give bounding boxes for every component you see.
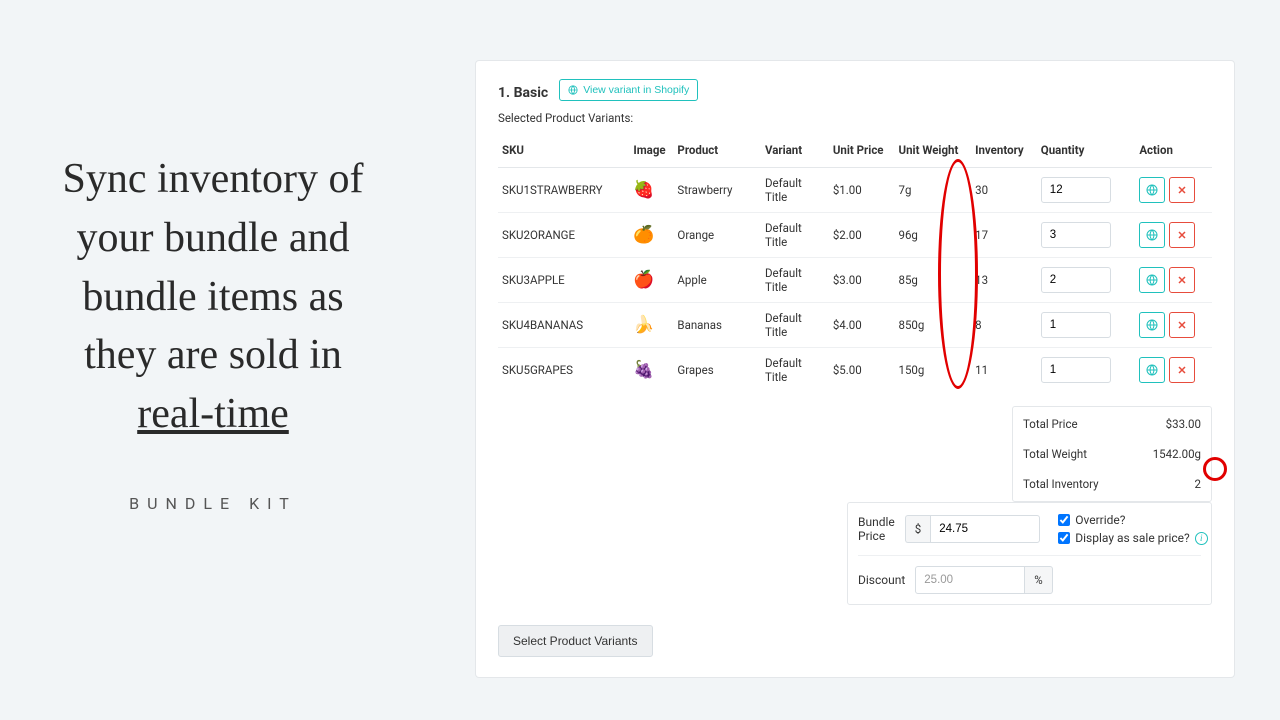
- cell-sku: SKU1STRAWBERRY: [498, 168, 629, 213]
- total-weight-value: 1542.00g: [1153, 447, 1201, 461]
- cell-product: Bananas: [673, 303, 761, 348]
- variants-table: SKU Image Product Variant Unit Price Uni…: [498, 133, 1212, 392]
- view-row-button[interactable]: [1139, 357, 1165, 383]
- table-row: SKU4BANANAS🍌 BananasDefault Title$4.00850…: [498, 303, 1212, 348]
- pricing-box: Bundle Price $ Override? Display as sale…: [847, 502, 1212, 605]
- total-price-value: $33.00: [1166, 417, 1201, 431]
- cell-unit-price: $5.00: [829, 348, 895, 393]
- cell-image: 🍊: [629, 213, 673, 258]
- cell-variant: Default Title: [761, 348, 829, 393]
- remove-row-button[interactable]: [1169, 312, 1195, 338]
- cell-image: 🍇: [629, 348, 673, 393]
- selected-variants-label: Selected Product Variants:: [498, 111, 1212, 125]
- view-row-button[interactable]: [1139, 177, 1165, 203]
- quantity-input[interactable]: [1041, 357, 1111, 383]
- cell-unit-weight: 150g: [895, 348, 972, 393]
- bundle-price-input[interactable]: [930, 515, 1040, 543]
- override-checkbox[interactable]: Override?: [1058, 513, 1218, 527]
- panel-title: 1. Basic: [498, 85, 548, 101]
- th-action: Action: [1135, 133, 1212, 168]
- product-icon: 🍇: [633, 360, 654, 380]
- cell-product: Apple: [673, 258, 761, 303]
- th-variant: Variant: [761, 133, 829, 168]
- table-row: SKU3APPLE🍎 AppleDefault Title$3.0085g13: [498, 258, 1212, 303]
- cell-variant: Default Title: [761, 258, 829, 303]
- cell-unit-weight: 85g: [895, 258, 972, 303]
- select-product-variants-button[interactable]: Select Product Variants: [498, 625, 653, 657]
- cell-unit-price: $1.00: [829, 168, 895, 213]
- cell-inventory: 8: [971, 303, 1037, 348]
- product-icon: 🍓: [633, 180, 654, 200]
- quantity-input[interactable]: [1041, 267, 1111, 293]
- display-sale-checkbox[interactable]: Display as sale price? i: [1058, 531, 1218, 545]
- th-quantity: Quantity: [1037, 133, 1136, 168]
- percent-addon: %: [1025, 566, 1052, 594]
- cell-product: Strawberry: [673, 168, 761, 213]
- view-row-button[interactable]: [1139, 312, 1165, 338]
- currency-addon: $: [905, 515, 930, 543]
- th-image: Image: [629, 133, 673, 168]
- product-icon: 🍌: [633, 315, 654, 335]
- table-row: SKU5GRAPES🍇 GrapesDefault Title$5.00150g1…: [498, 348, 1212, 393]
- product-icon: 🍊: [633, 225, 654, 245]
- view-row-button[interactable]: [1139, 222, 1165, 248]
- cell-variant: Default Title: [761, 168, 829, 213]
- remove-row-button[interactable]: [1169, 177, 1195, 203]
- th-inventory: Inventory: [971, 133, 1037, 168]
- th-sku: SKU: [498, 133, 629, 168]
- quantity-input[interactable]: [1041, 222, 1111, 248]
- cell-inventory: 17: [971, 213, 1037, 258]
- th-unit-price: Unit Price: [829, 133, 895, 168]
- cell-product: Orange: [673, 213, 761, 258]
- totals-box: Total Price$33.00 Total Weight1542.00g T…: [1012, 406, 1212, 502]
- cell-image: 🍎: [629, 258, 673, 303]
- remove-row-button[interactable]: [1169, 357, 1195, 383]
- view-variant-button[interactable]: View variant in Shopify: [559, 79, 698, 101]
- cell-sku: SKU3APPLE: [498, 258, 629, 303]
- view-row-button[interactable]: [1139, 267, 1165, 293]
- cell-image: 🍓: [629, 168, 673, 213]
- globe-icon: [568, 85, 578, 95]
- table-row: SKU2ORANGE🍊 OrangeDefault Title$2.0096g17: [498, 213, 1212, 258]
- remove-row-button[interactable]: [1169, 267, 1195, 293]
- info-icon[interactable]: i: [1195, 532, 1208, 545]
- quantity-input[interactable]: [1041, 177, 1111, 203]
- bundle-panel: 1. Basic View variant in Shopify Selecte…: [475, 60, 1235, 678]
- th-product: Product: [673, 133, 761, 168]
- discount-input[interactable]: [915, 566, 1025, 594]
- cell-sku: SKU4BANANAS: [498, 303, 629, 348]
- cell-unit-weight: 850g: [895, 303, 972, 348]
- table-row: SKU1STRAWBERRY🍓 StrawberryDefault Title$1…: [498, 168, 1212, 213]
- cell-product: Grapes: [673, 348, 761, 393]
- total-inventory-value: 2: [1195, 477, 1201, 491]
- cell-inventory: 11: [971, 348, 1037, 393]
- brand-name: BUNDLE KIT: [129, 494, 297, 513]
- cell-variant: Default Title: [761, 303, 829, 348]
- cell-unit-price: $4.00: [829, 303, 895, 348]
- cell-inventory: 13: [971, 258, 1037, 303]
- cell-unit-weight: 7g: [895, 168, 972, 213]
- discount-label: Discount: [858, 573, 905, 587]
- cell-unit-price: $3.00: [829, 258, 895, 303]
- cell-image: 🍌: [629, 303, 673, 348]
- cell-unit-weight: 96g: [895, 213, 972, 258]
- cell-sku: SKU2ORANGE: [498, 213, 629, 258]
- marketing-headline: Sync inventory of your bundle and bundle…: [63, 150, 364, 444]
- quantity-input[interactable]: [1041, 312, 1111, 338]
- cell-sku: SKU5GRAPES: [498, 348, 629, 393]
- bundle-price-label: Bundle Price: [858, 515, 895, 543]
- remove-row-button[interactable]: [1169, 222, 1195, 248]
- cell-inventory: 30: [971, 168, 1037, 213]
- th-unit-weight: Unit Weight: [895, 133, 972, 168]
- cell-unit-price: $2.00: [829, 213, 895, 258]
- product-icon: 🍎: [633, 270, 654, 290]
- cell-variant: Default Title: [761, 213, 829, 258]
